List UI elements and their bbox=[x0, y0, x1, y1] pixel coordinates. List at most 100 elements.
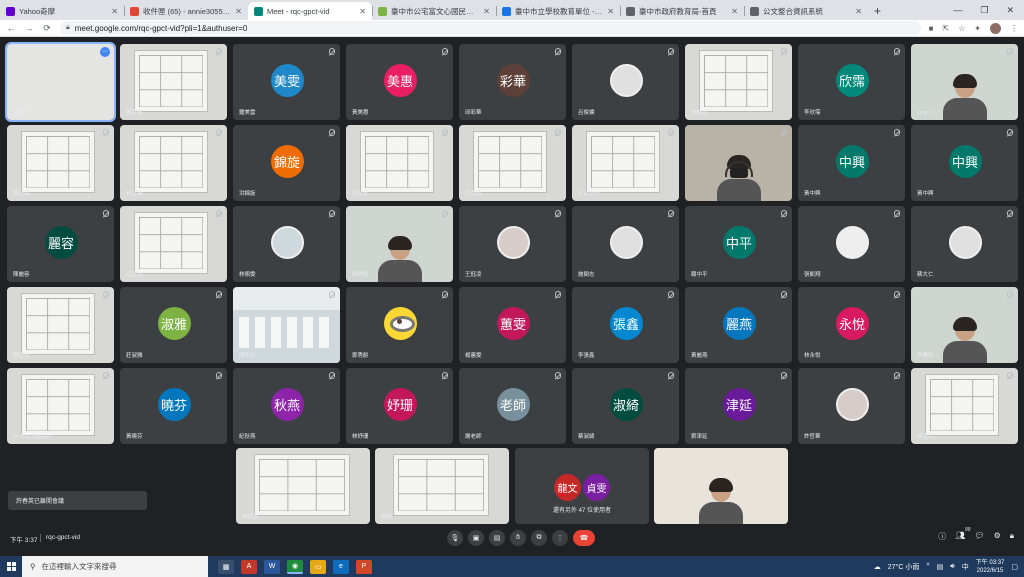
participant-tile[interactable]: 中平 賴中平 bbox=[685, 206, 792, 282]
taskbar-clock[interactable]: 下午 03:37 2022/6/15 bbox=[976, 559, 1005, 575]
tab-close-icon[interactable]: ✕ bbox=[607, 7, 614, 16]
more-options-button[interactable]: ⋮ bbox=[552, 530, 568, 546]
leave-call-button[interactable]: ☎︎ bbox=[573, 530, 595, 546]
participant-tile[interactable]: 永悅 林永悅 bbox=[798, 287, 905, 363]
browser-tab[interactable]: 臺中市立學校教育單位 -- 電動 ✕ bbox=[496, 2, 620, 20]
participant-tile[interactable]: 黃佳琪 bbox=[7, 287, 114, 363]
people-icon[interactable]: 👥︎ 99 bbox=[955, 527, 970, 542]
tile-options-icon[interactable]: ⋯ bbox=[100, 47, 110, 57]
participant-tile[interactable]: 麗燕 黃麗燕 bbox=[685, 287, 792, 363]
ime-icon[interactable]: 中 bbox=[962, 562, 969, 572]
participant-tile[interactable]: 林紅娟 bbox=[236, 448, 370, 524]
reload-icon[interactable]: ⟳ bbox=[42, 23, 52, 34]
participant-tile[interactable]: 紀寧瑄一 bbox=[572, 125, 679, 201]
tab-close-icon[interactable]: ✕ bbox=[483, 7, 490, 16]
microphone-button[interactable]: 🎙︎ bbox=[447, 530, 463, 546]
browser-tab[interactable]: Yahoo奇摩 ✕ bbox=[0, 2, 124, 20]
chat-icon[interactable]: 💬︎ bbox=[974, 531, 984, 542]
lock-meeting-icon[interactable]: 🔒︎ bbox=[1010, 531, 1014, 542]
participant-tile[interactable]: 淑雅 莊淑雅 bbox=[120, 287, 227, 363]
more-participants-tile[interactable]: 龍文 貞雯 還有另外 47 位使用者 bbox=[515, 448, 649, 524]
forward-icon[interactable]: → bbox=[24, 23, 34, 33]
notification-icon[interactable]: ▢ bbox=[1011, 563, 1018, 571]
taskbar-search[interactable]: ⚲ 在這裡輸入文字來搜尋 bbox=[22, 556, 208, 577]
participant-tile[interactable]: 張鑫 李張鑫 bbox=[572, 287, 679, 363]
bookmark-star-icon[interactable]: ☆ bbox=[958, 24, 965, 33]
participant-tile[interactable]: 儲麗香 bbox=[685, 44, 792, 120]
weather-text[interactable]: 27°C 小雨 bbox=[888, 562, 920, 572]
raise-hand-button[interactable]: ✋︎ bbox=[510, 530, 526, 546]
share-icon[interactable]: ⇱ bbox=[942, 24, 949, 33]
participant-tile[interactable]: 呂俊嫻 bbox=[572, 44, 679, 120]
profile-avatar[interactable] bbox=[990, 22, 1001, 34]
lock-icon[interactable]: 🔒︎ bbox=[66, 24, 70, 32]
back-icon[interactable]: ← bbox=[6, 23, 16, 33]
browser-tab[interactable]: 公文整合資訊系統 ✕ bbox=[744, 2, 868, 20]
participant-tile[interactable]: 林宜臻 bbox=[120, 125, 227, 201]
browser-tab[interactable]: 收件匣 (65) - annie30556@gmail.com ✕ bbox=[124, 2, 248, 20]
volume-icon[interactable]: 🔊︎ bbox=[950, 563, 954, 571]
participant-tile[interactable]: 陳怡如 bbox=[233, 287, 340, 363]
participant-tile[interactable]: 曉芬 黃曉芬 bbox=[120, 368, 227, 444]
participant-tile[interactable]: 施閔志 bbox=[572, 206, 679, 282]
participant-tile[interactable]: 張凱翔 bbox=[798, 206, 905, 282]
tab-close-icon[interactable]: ✕ bbox=[235, 7, 242, 16]
browser-tab[interactable]: 臺中市政府教育局-首頁 ✕ bbox=[620, 2, 744, 20]
tab-close-icon[interactable]: ✕ bbox=[731, 7, 738, 16]
participant-tile[interactable]: 江宜紋 bbox=[120, 206, 227, 282]
participant-tile[interactable]: 黃柔甄 bbox=[120, 44, 227, 120]
participant-tile[interactable]: 王鈺凌 bbox=[459, 206, 566, 282]
participant-tile[interactable]: 欣霈 李欣霈 bbox=[798, 44, 905, 120]
participant-tile[interactable]: 中興 黃中興 bbox=[911, 125, 1018, 201]
task-view-icon[interactable]: ▦ bbox=[218, 559, 234, 574]
participant-tile[interactable]: ⋯ 邱綵芳 bbox=[5, 42, 116, 122]
minimize-button[interactable]: — bbox=[953, 5, 962, 15]
present-button[interactable]: ⧉ bbox=[531, 530, 547, 546]
file-explorer-icon[interactable]: ▭ bbox=[310, 559, 326, 574]
participant-tile[interactable]: 妤珊 林妤珊 bbox=[346, 368, 453, 444]
tray-chevron-icon[interactable]: ^ bbox=[926, 563, 929, 570]
participant-tile[interactable]: 中興 黃中興 bbox=[798, 125, 905, 201]
participant-tile[interactable]: 林攻宇 bbox=[911, 368, 1018, 444]
participant-tile[interactable]: 津延 劉津延 bbox=[685, 368, 792, 444]
info-icon[interactable]: ⓘ bbox=[938, 531, 946, 542]
maximize-button[interactable]: ❐ bbox=[980, 5, 988, 16]
participant-tile[interactable]: Tri Nhu Nguyen bbox=[7, 368, 114, 444]
chrome-icon[interactable]: ◉ bbox=[287, 559, 303, 574]
tab-close-icon[interactable]: ✕ bbox=[359, 7, 366, 16]
participant-tile[interactable]: 錦旋 洪錦旋 bbox=[233, 125, 340, 201]
participant-tile[interactable]: 美惠 黃美惠 bbox=[346, 44, 453, 120]
participant-tile[interactable]: Jing Li bbox=[911, 44, 1018, 120]
participant-tile[interactable]: 美雯 鍾美雲 bbox=[233, 44, 340, 120]
powerpoint-icon[interactable]: P bbox=[356, 559, 372, 574]
browser-tab[interactable]: 臺中市公宅富文心國民小學 - 最新消息✕ bbox=[372, 2, 496, 20]
participant-tile[interactable]: 許哲華 bbox=[798, 368, 905, 444]
weather-icon[interactable]: ☁︎ bbox=[874, 563, 881, 571]
acrobat-icon[interactable]: A bbox=[241, 559, 257, 574]
captions-button[interactable]: ▤ bbox=[489, 530, 505, 546]
participant-tile[interactable]: 吳科宏 bbox=[346, 125, 453, 201]
participant-tile[interactable]: 秋燕 紀秋燕 bbox=[233, 368, 340, 444]
word-icon[interactable]: W bbox=[264, 559, 280, 574]
participant-tile[interactable]: 鄭秀齡 bbox=[346, 287, 453, 363]
participant-tile[interactable]: 淑綺 蔡淑綺 bbox=[572, 368, 679, 444]
participant-tile[interactable]: 林佩雯 bbox=[233, 206, 340, 282]
participant-tile[interactable]: 陳依佳 bbox=[346, 206, 453, 282]
participant-tile[interactable]: 許純 bbox=[375, 448, 509, 524]
extensions-icon[interactable]: ✦ bbox=[974, 24, 981, 33]
network-icon[interactable]: ▤ bbox=[937, 563, 944, 571]
url-field[interactable]: 🔒︎ meet.google.com/rqc-gpct-vid?pli=1&au… bbox=[60, 21, 921, 35]
participant-tile[interactable] bbox=[654, 448, 788, 524]
participant-tile[interactable]: 范喬茵 bbox=[459, 125, 566, 201]
participant-tile[interactable] bbox=[685, 125, 792, 201]
new-tab-button[interactable]: + bbox=[868, 2, 887, 20]
close-window-button[interactable]: ✕ bbox=[1006, 5, 1014, 16]
tab-close-icon[interactable]: ✕ bbox=[855, 7, 862, 16]
participant-tile[interactable]: 蕙雯 楊蕙雯 bbox=[459, 287, 566, 363]
camera-button[interactable]: ▣ bbox=[468, 530, 484, 546]
tab-close-icon[interactable]: ✕ bbox=[111, 7, 118, 16]
participant-tile[interactable]: 彩華 邱彩華 bbox=[459, 44, 566, 120]
camera-icon[interactable]: ■ bbox=[929, 24, 934, 33]
participant-tile[interactable]: 李素玲 bbox=[911, 287, 1018, 363]
activities-icon[interactable]: ⚙︎ bbox=[994, 531, 1001, 542]
